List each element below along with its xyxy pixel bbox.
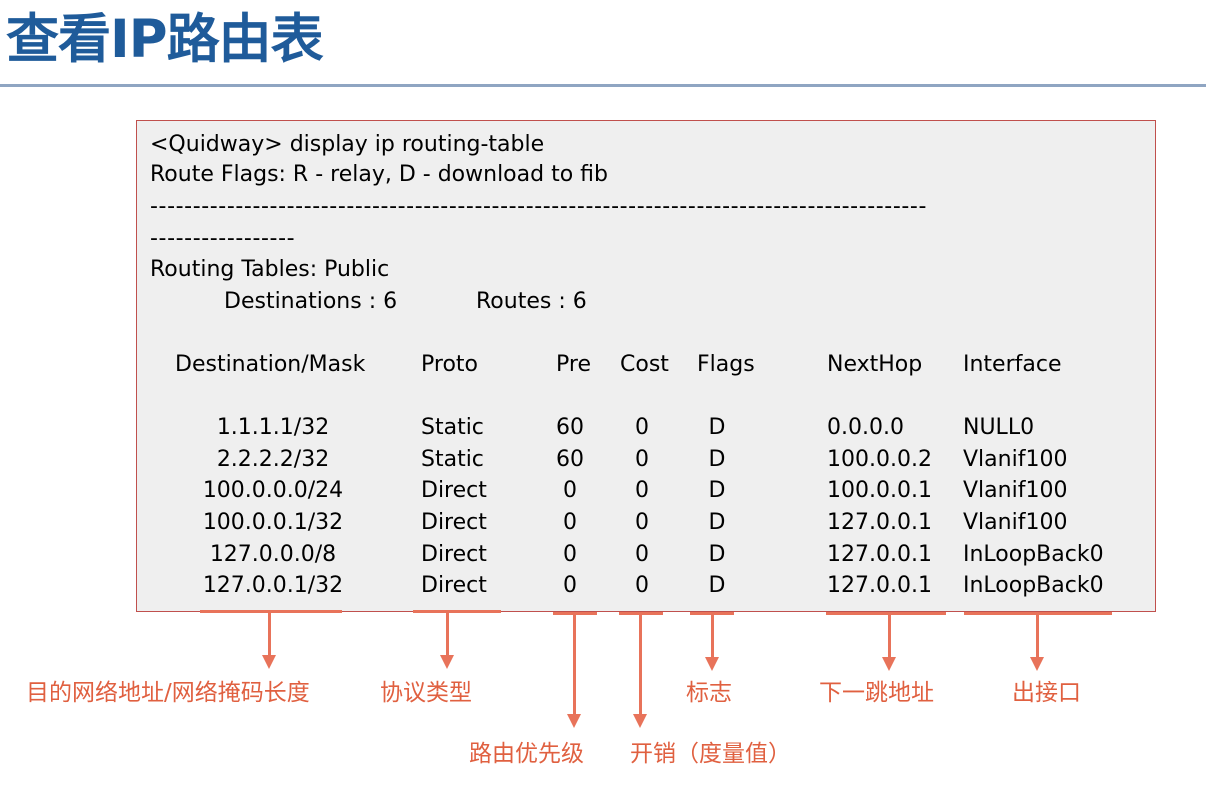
row-proto: Static — [421, 447, 484, 472]
row-destination-mask: 127.0.0.0/8 — [209, 542, 337, 567]
header-flags: Flags — [697, 352, 755, 377]
row-nexthop: 100.0.0.2 — [827, 447, 932, 472]
destinations-count: Destinations : 6 — [224, 289, 398, 314]
row-destination-mask: 127.0.0.1/32 — [202, 573, 344, 598]
row-proto: Direct — [421, 510, 487, 535]
cost-arrow-shaft — [639, 615, 642, 715]
row-proto: Direct — [421, 542, 487, 567]
separator-line-2: ----------------- — [150, 226, 296, 251]
row-nexthop: 0.0.0.0 — [827, 415, 904, 440]
routes-count: Routes : 6 — [476, 289, 587, 314]
row-flags: D — [708, 542, 726, 567]
row-flags: D — [708, 415, 726, 440]
cost-arrow-head — [633, 714, 647, 728]
row-cost: 0 — [635, 415, 649, 440]
interface-arrow-shaft — [1036, 615, 1039, 658]
nexthop-underline — [826, 612, 946, 615]
row-interface: NULL0 — [963, 415, 1035, 440]
row-destination-mask: 2.2.2.2/32 — [216, 447, 330, 472]
row-cost: 0 — [635, 478, 649, 503]
interface-arrow-head — [1030, 657, 1044, 671]
routing-tables-line: Routing Tables: Public — [150, 257, 390, 282]
row-cost: 0 — [635, 447, 649, 472]
nexthop-label: 下一跳地址 — [819, 680, 934, 706]
title-divider — [0, 84, 1206, 87]
row-flags: D — [708, 573, 726, 598]
row-pre: 0 — [563, 542, 577, 567]
row-interface: Vlanif100 — [963, 447, 1068, 472]
flags-arrow-shaft — [711, 615, 714, 658]
nexthop-arrow-head — [882, 657, 896, 671]
page-title: 查看IP路由表 — [6, 9, 324, 70]
row-cost: 0 — [635, 573, 649, 598]
pre-arrow-head — [567, 714, 581, 728]
nexthop-arrow-shaft — [888, 615, 891, 658]
destination-arrow-shaft — [268, 613, 271, 656]
header-interface: Interface — [963, 352, 1062, 377]
row-proto: Direct — [421, 573, 487, 598]
row-destination-mask: 1.1.1.1/32 — [216, 415, 330, 440]
row-pre: 60 — [556, 415, 584, 440]
row-interface: InLoopBack0 — [963, 573, 1104, 598]
row-interface: InLoopBack0 — [963, 542, 1104, 567]
row-nexthop: 127.0.0.1 — [827, 573, 932, 598]
header-destination-mask: Destination/Mask — [175, 352, 366, 377]
row-pre: 60 — [556, 447, 584, 472]
pre-arrow-shaft — [573, 615, 576, 715]
row-nexthop: 127.0.0.1 — [827, 510, 932, 535]
pre-label: 路由优先级 — [469, 741, 584, 767]
destination-mask-label: 目的网络地址/网络掩码长度 — [26, 680, 310, 706]
row-interface: Vlanif100 — [963, 478, 1068, 503]
terminal-output-box: <Quidway> display ip routing-table Route… — [136, 120, 1156, 612]
separator-line-1: ----------------------------------------… — [150, 194, 928, 219]
row-proto: Static — [421, 415, 484, 440]
row-destination-mask: 100.0.0.1/32 — [202, 510, 344, 535]
row-nexthop: 127.0.0.1 — [827, 542, 932, 567]
row-flags: D — [708, 478, 726, 503]
header-proto: Proto — [421, 352, 478, 377]
row-flags: D — [708, 510, 726, 535]
interface-label: 出接口 — [1012, 680, 1081, 706]
row-proto: Direct — [421, 478, 487, 503]
flags-arrow-head — [705, 657, 719, 671]
row-pre: 0 — [563, 573, 577, 598]
destination-underline — [200, 610, 342, 613]
row-nexthop: 100.0.0.1 — [827, 478, 932, 503]
row-cost: 0 — [635, 542, 649, 567]
proto-label: 协议类型 — [380, 680, 472, 706]
proto-arrow-shaft — [446, 613, 449, 656]
row-flags: D — [708, 447, 726, 472]
route-flags-line: Route Flags: R - relay, D - download to … — [150, 162, 608, 187]
row-pre: 0 — [563, 478, 577, 503]
destination-arrow-head — [262, 655, 276, 669]
proto-arrow-head — [440, 655, 454, 669]
flags-label: 标志 — [686, 680, 732, 706]
row-cost: 0 — [635, 510, 649, 535]
row-destination-mask: 100.0.0.0/24 — [202, 478, 344, 503]
header-cost: Cost — [620, 352, 669, 377]
cost-label: 开销（度量值） — [630, 741, 791, 767]
row-interface: Vlanif100 — [963, 510, 1068, 535]
command-line: <Quidway> display ip routing-table — [150, 132, 545, 157]
row-pre: 0 — [563, 510, 577, 535]
header-nexthop: NextHop — [827, 352, 923, 377]
header-pre: Pre — [556, 352, 591, 377]
proto-underline — [413, 610, 501, 613]
